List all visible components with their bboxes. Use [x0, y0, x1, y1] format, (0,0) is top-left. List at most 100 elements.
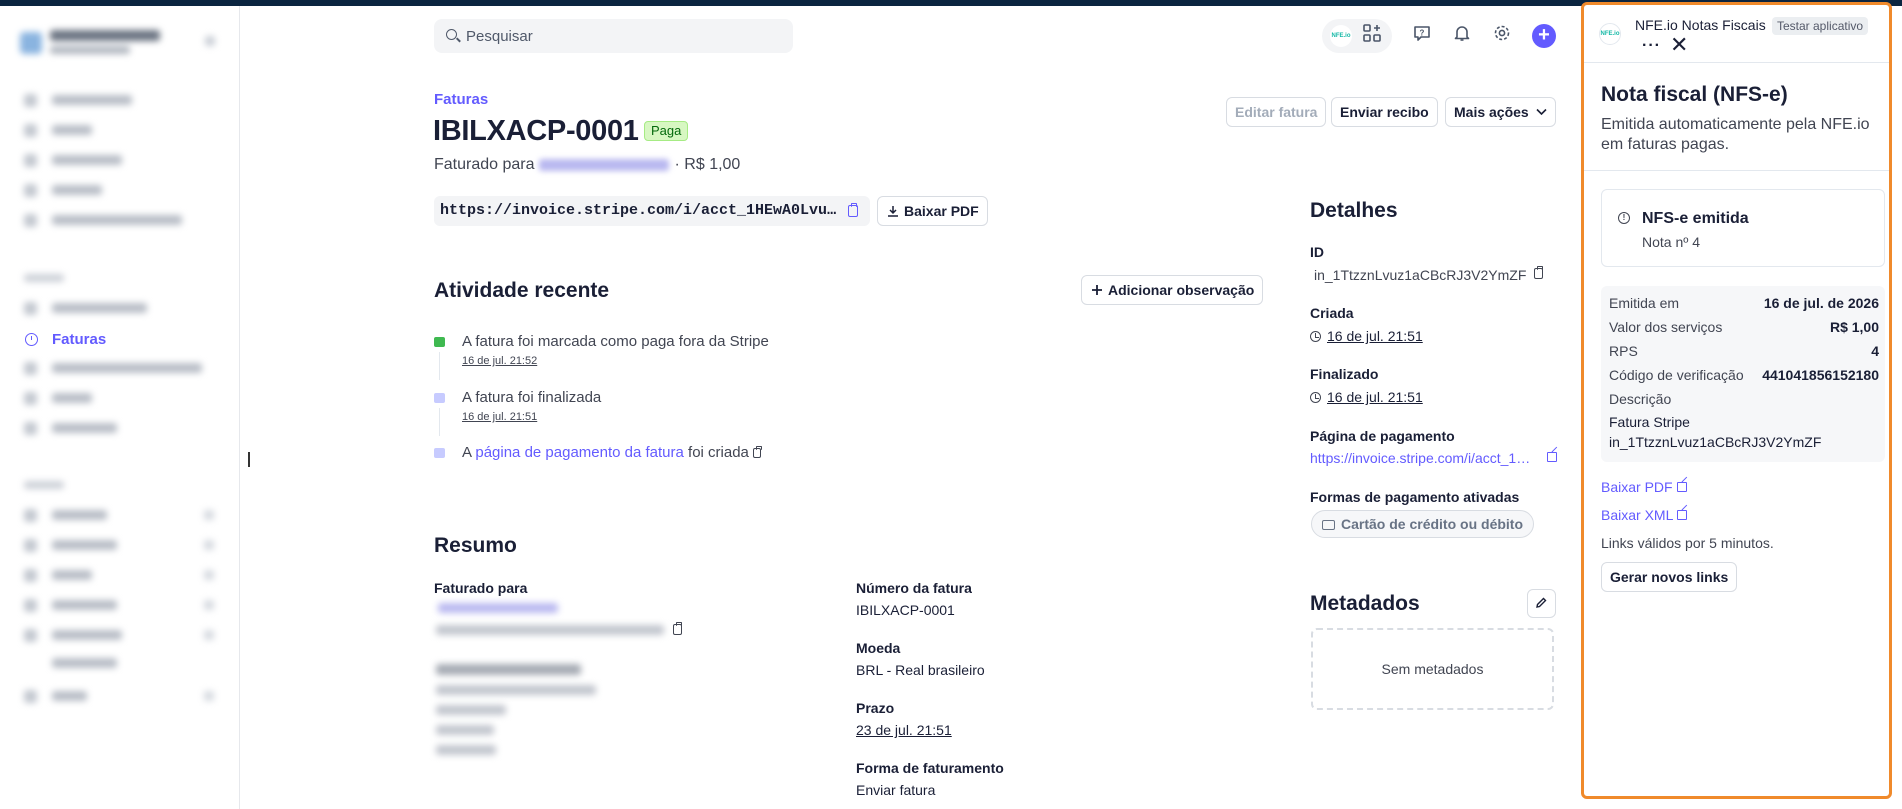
- breadcrumb-faturas[interactable]: Faturas: [434, 91, 488, 108]
- edit-metadata-button[interactable]: [1527, 589, 1556, 618]
- more-options-icon[interactable]: ···: [1642, 37, 1661, 55]
- external-link-icon[interactable]: [1547, 452, 1557, 462]
- generate-links-button[interactable]: Gerar novos links: [1601, 562, 1738, 592]
- due-value[interactable]: 23 de jul. 21:51: [856, 722, 952, 738]
- detail-row: Emitida em 16 de jul. de 2026: [1609, 295, 1879, 313]
- nfse-status-card: ! NFS-e emitida Nota nº 4: [1601, 189, 1885, 267]
- row-label: Descrição: [1609, 391, 1672, 407]
- document-icon: [434, 393, 445, 403]
- apps-add-icon[interactable]: [1360, 24, 1384, 48]
- download-icon: [888, 206, 898, 217]
- activity-text-before: A: [462, 444, 476, 461]
- plus-icon: [1092, 285, 1102, 295]
- activity-text: A fatura foi marcada como paga fora da S…: [462, 333, 769, 350]
- test-app-badge[interactable]: Testar aplicativo: [1772, 17, 1869, 35]
- activity-date[interactable]: 16 de jul. 21:51: [462, 411, 537, 423]
- invoice-amount: · R$ 1,00: [674, 156, 741, 173]
- address-label-redacted: [436, 664, 581, 675]
- row-value: 4: [1871, 343, 1879, 359]
- currency-label: Moeda: [856, 640, 901, 656]
- document-icon: [434, 448, 445, 458]
- customer-name-redacted[interactable]: [538, 158, 669, 171]
- more-actions-button[interactable]: Mais ações: [1445, 97, 1556, 127]
- links-validity-note: Links válidos por 5 minutos.: [1601, 535, 1774, 551]
- detail-row: Descrição: [1609, 391, 1879, 409]
- summary-title: Resumo: [434, 534, 517, 557]
- apps-pill[interactable]: NFE.io: [1322, 19, 1392, 53]
- more-actions-label: Mais ações: [1454, 104, 1529, 120]
- row-label: Emitida em: [1609, 295, 1680, 311]
- sidebar-section-label: [24, 481, 64, 489]
- credit-card-icon: [1322, 520, 1335, 530]
- finalized-row: 16 de jul. 21:51: [1310, 389, 1423, 405]
- download-pdf-link-label: Baixar PDF: [1601, 479, 1673, 495]
- activity-title: Atividade recente: [434, 279, 610, 302]
- nfse-status-title: NFS-e emitida: [1642, 210, 1749, 227]
- download-pdf-link[interactable]: Baixar PDF: [1601, 479, 1687, 495]
- activity-text: A fatura foi finalizada: [462, 389, 602, 406]
- text-cursor: [248, 452, 250, 467]
- panel-title: Nota fiscal (NFS-e): [1601, 83, 1788, 106]
- download-pdf-label: Baixar PDF: [904, 203, 979, 219]
- info-icon: !: [1618, 212, 1630, 224]
- metadata-empty-state: Sem metadados: [1311, 628, 1554, 710]
- clock-icon: [1310, 392, 1321, 403]
- details-title: Detalhes: [1310, 199, 1398, 222]
- nfe-app-logo: NFE.io: [1599, 23, 1621, 45]
- due-label: Prazo: [856, 700, 895, 716]
- row-value: 16 de jul. de 2026: [1763, 295, 1879, 311]
- currency-value: BRL - Real brasileiro: [856, 662, 985, 678]
- bell-icon[interactable]: [1450, 24, 1474, 48]
- activity-date[interactable]: 16 de jul. 21:52: [462, 355, 537, 367]
- sidebar: Faturas: [0, 6, 240, 809]
- detail-row: RPS 4: [1609, 343, 1879, 361]
- add-note-button[interactable]: Adicionar observação: [1081, 275, 1264, 305]
- metadata-title: Metadados: [1310, 592, 1420, 615]
- billing-method-value: Enviar fatura: [856, 782, 936, 798]
- address-line-redacted: [436, 705, 506, 715]
- row-label: RPS: [1609, 343, 1638, 359]
- panel-description: Emitida automaticamente pela NFE.io em f…: [1601, 116, 1870, 153]
- create-plus-button[interactable]: +: [1532, 24, 1556, 48]
- description-value: Fatura Stripe in_1TtzznLvuz1aCBcRJ3V2YmZ…: [1609, 414, 1822, 450]
- finalized-value[interactable]: 16 de jul. 21:51: [1327, 389, 1423, 405]
- payment-method-badge: Cartão de crédito ou débito: [1311, 510, 1535, 538]
- invoice-url: https://invoice.stripe.com/i/acct_1HEwA0…: [440, 202, 840, 219]
- download-xml-link[interactable]: Baixar XML: [1601, 507, 1688, 523]
- sidebar-item-faturas[interactable]: Faturas: [24, 331, 224, 349]
- nfse-status-number: Nota nº 4: [1642, 234, 1701, 250]
- row-label: Código de verificação: [1609, 367, 1744, 383]
- download-pdf-button[interactable]: Baixar PDF: [877, 196, 988, 226]
- address-line-redacted: [436, 685, 596, 695]
- detail-row: Código de verificação 441041856152180: [1609, 367, 1879, 385]
- panel-header: NFE.io NFE.io Notas Fiscais Testar aplic…: [1584, 5, 1889, 63]
- timeline-line: [439, 352, 440, 380]
- pencil-icon: [1536, 597, 1547, 608]
- payment-page-link[interactable]: página de pagamento da fatura: [475, 444, 684, 461]
- customer-email-redacted[interactable]: [438, 603, 558, 613]
- help-icon[interactable]: ?: [1410, 24, 1434, 48]
- copy-icon[interactable]: [753, 446, 762, 458]
- payment-method-text: Cartão de crédito ou débito: [1341, 516, 1524, 532]
- invoice-url-field[interactable]: https://invoice.stripe.com/i/acct_1HEwA0…: [434, 196, 870, 226]
- search-input[interactable]: Pesquisar: [434, 19, 793, 53]
- copy-icon[interactable]: [1534, 266, 1543, 279]
- activity-text: A página de pagamento da fatura foi cria…: [462, 444, 762, 461]
- send-receipt-button[interactable]: Enviar recibo: [1331, 97, 1438, 127]
- invoice-number-value: IBILXACP-0001: [856, 602, 955, 618]
- edit-invoice-button[interactable]: Editar fatura: [1226, 97, 1327, 127]
- sidebar-item-label: Faturas: [52, 331, 107, 348]
- close-icon[interactable]: ✕: [1670, 34, 1688, 56]
- gear-icon[interactable]: [1490, 24, 1514, 48]
- nfse-details-table: Emitida em 16 de jul. de 2026 Valor dos s…: [1601, 286, 1885, 462]
- copy-icon[interactable]: [673, 622, 682, 635]
- clock-icon: [25, 333, 38, 346]
- invoice-number-label: Número da fatura: [856, 580, 972, 596]
- billed-to-label: Faturado para: [434, 580, 528, 596]
- detail-row: Valor dos serviços R$ 1,00: [1609, 319, 1879, 337]
- add-note-label: Adicionar observação: [1108, 282, 1255, 298]
- payment-page-url[interactable]: https://invoice.stripe.com/i/acct_1…: [1310, 450, 1530, 466]
- copy-icon[interactable]: [848, 203, 858, 217]
- account-switcher[interactable]: [20, 26, 220, 60]
- created-value[interactable]: 16 de jul. 21:51: [1327, 328, 1423, 344]
